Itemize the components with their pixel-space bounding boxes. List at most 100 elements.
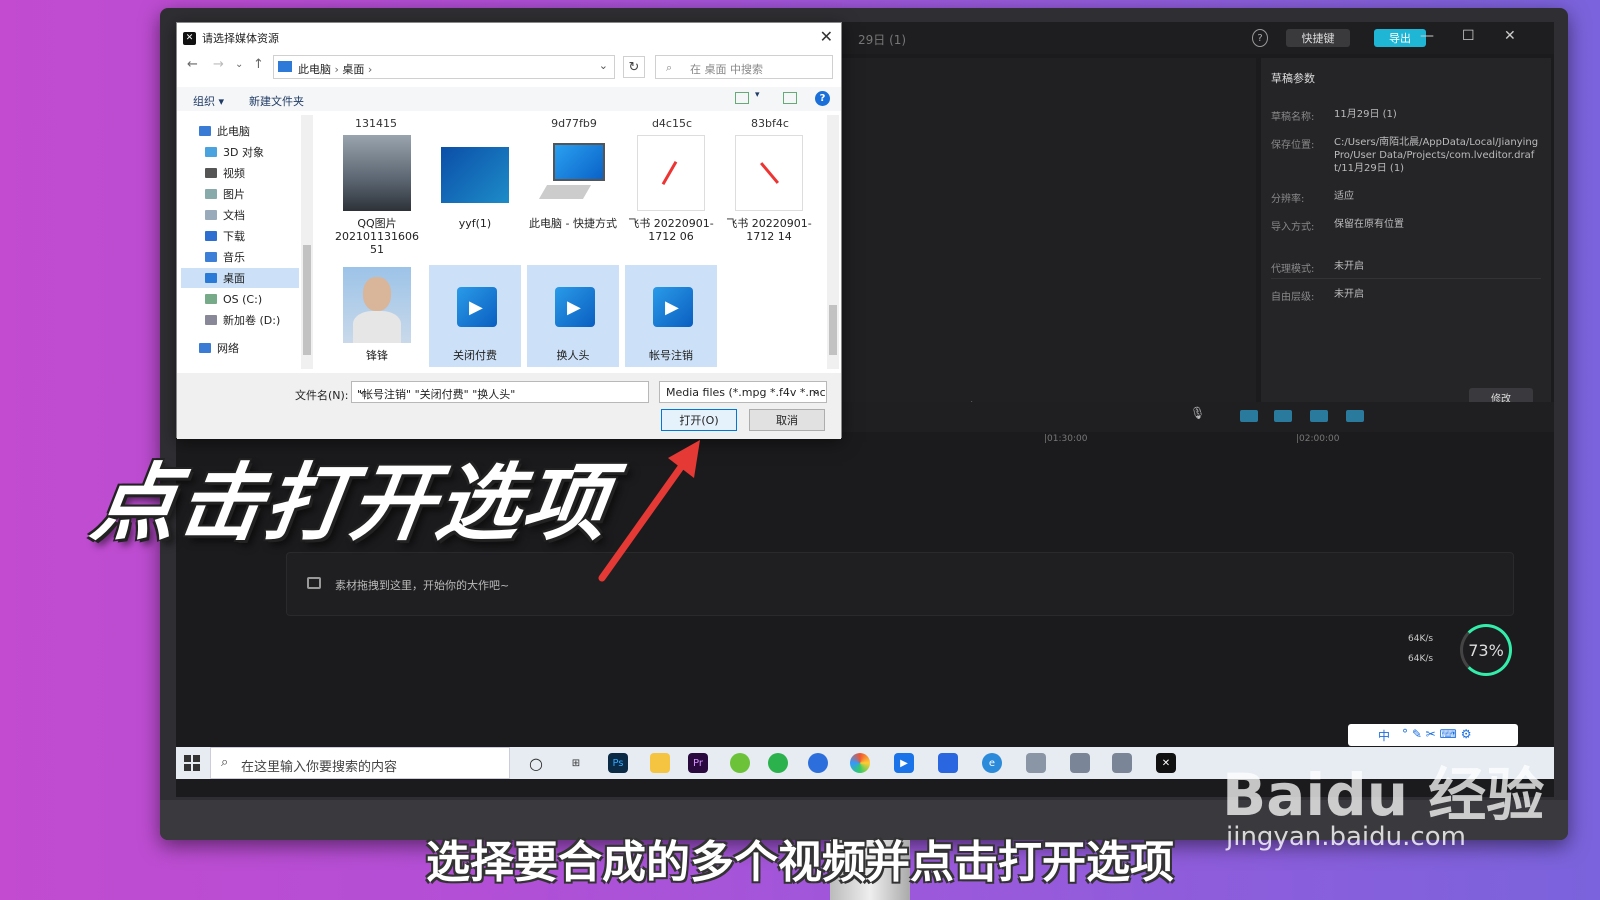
tree-label: 文档 (223, 209, 245, 222)
draft-value: 未开启 (1334, 261, 1364, 272)
taskview-icon[interactable]: ⊞ (566, 753, 586, 773)
premiere-icon[interactable]: Pr (688, 753, 708, 773)
maximize-icon[interactable]: ☐ (1462, 28, 1475, 44)
address-bar[interactable]: 此电脑 › 桌面 › ⌄ (273, 55, 615, 79)
file-name: 换人头 (556, 349, 590, 362)
scrollbar-thumb[interactable] (303, 245, 311, 355)
tree-label: 视频 (223, 167, 245, 180)
new-folder-button[interactable]: 新建文件夹 (249, 93, 304, 109)
pinwheel-icon[interactable] (850, 753, 870, 773)
search-input[interactable]: ⌕ 在 桌面 中搜索 (655, 55, 833, 79)
windows-start-icon[interactable] (184, 755, 200, 771)
view-options-icon[interactable] (735, 92, 749, 104)
filename-input[interactable]: "帐号注销" "关闭付费" "换人头" ⌄ (351, 381, 649, 403)
edge-icon[interactable]: e (982, 753, 1002, 773)
tree-item-selected[interactable]: 桌面 (181, 268, 299, 288)
ime-mode[interactable]: 中 (1378, 727, 1390, 744)
organize-button[interactable]: 组织 ▾ (193, 93, 224, 109)
command-bar: 组织 ▾ 新建文件夹 ▾ ? (177, 87, 841, 111)
shortcut-button[interactable]: 快捷键 (1286, 29, 1350, 47)
minimize-icon[interactable]: — (1420, 28, 1434, 44)
file-label: d4c15c (651, 117, 693, 130)
draft-value: C:/Users/南陌北晨/AppData/Local/JianyingPro/… (1334, 137, 1539, 174)
taskbar-search[interactable]: ⌕ 在这里输入你要搜索的内容 (210, 747, 510, 779)
chevron-down-icon[interactable]: ⌄ (599, 59, 608, 72)
close-icon[interactable]: ✕ (820, 27, 833, 46)
back-icon[interactable]: ← (187, 57, 198, 72)
file-name: 锋锋 (366, 349, 388, 362)
file-item[interactable]: yyf(1) (429, 133, 521, 235)
media-icon[interactable]: ▶ (894, 753, 914, 773)
tree-label: 音乐 (223, 251, 245, 264)
cancel-button[interactable]: 取消 (749, 409, 825, 431)
breadcrumb-item[interactable]: 此电脑 (298, 63, 331, 76)
microphone-icon[interactable]: 🎙 (1190, 406, 1208, 420)
chevron-down-icon[interactable]: ⌄ (357, 384, 643, 397)
refresh-icon[interactable]: ↻ (623, 56, 645, 78)
empty-track[interactable]: 素材拖拽到这里，开始你的大作吧~ (286, 552, 1514, 616)
recent-dropdown-icon[interactable]: ⌄ (235, 59, 243, 70)
file-item-selected[interactable]: ▶ 换人头 (527, 265, 619, 367)
tree-label: OS (C:) (223, 292, 263, 306)
open-button[interactable]: 打开(O) (661, 409, 737, 431)
browser-icon[interactable] (808, 753, 828, 773)
ime-toolbar[interactable]: 中 ° ✎ ✂ ⌨ ⚙ (1348, 724, 1518, 746)
file-name: yyf(1) (458, 217, 492, 230)
file-item[interactable]: 此电脑 - 快捷方式 (527, 133, 619, 235)
image-thumbnail (441, 147, 509, 203)
scrollbar-thumb[interactable] (829, 305, 837, 355)
timeline-tool-icon[interactable] (1346, 410, 1364, 422)
capcut-logo-icon: ✕ (183, 31, 196, 45)
file-item-selected[interactable]: ▶ 关闭付费 (429, 265, 521, 367)
forward-icon[interactable]: → (213, 57, 224, 72)
portrait-thumbnail (343, 267, 411, 343)
help-icon[interactable]: ? (1252, 29, 1268, 47)
export-button[interactable]: 导出 (1374, 29, 1426, 47)
close-window-icon[interactable]: ✕ (1504, 28, 1516, 44)
file-type-select[interactable]: Media files (*.mpg *.f4v *.mc ⌄ (659, 381, 827, 403)
tree-scrollbar[interactable] (301, 115, 313, 369)
file-name: 关闭付费 (453, 349, 497, 362)
search-placeholder: 在 桌面 中搜索 (690, 63, 763, 76)
file-item-selected[interactable]: ▶ 帐号注销 (625, 265, 717, 367)
timeline-tool-icon[interactable] (1310, 410, 1328, 422)
file-label: 83bf4c (751, 117, 789, 130)
app3-icon[interactable] (1070, 753, 1090, 773)
breadcrumb-item[interactable]: 桌面 (342, 63, 364, 76)
capcut-icon[interactable]: ✕ (1156, 753, 1176, 773)
timeline-tool-icon[interactable] (1240, 410, 1258, 422)
ime-tools-icon[interactable]: ° ✎ ✂ ⌨ ⚙ (1402, 727, 1471, 741)
timeline-time: |01:30:00 (1044, 434, 1088, 444)
up-icon[interactable]: ↑ (253, 57, 264, 72)
tree-label: 新加卷 (D:) (223, 314, 281, 327)
app-icon[interactable] (730, 753, 750, 773)
feishu-icon[interactable] (938, 753, 958, 773)
chevron-down-icon[interactable]: ⌄ (812, 384, 821, 397)
draft-key: 分辨率: (1271, 194, 1305, 205)
help-icon[interactable]: ? (815, 91, 830, 106)
file-item[interactable]: 飞书 20220901-1712 14 (723, 133, 815, 243)
app2-icon[interactable] (1026, 753, 1046, 773)
timeline-tool-icon[interactable] (1274, 410, 1292, 422)
file-item[interactable]: 锋锋 (331, 265, 423, 367)
cortana-icon[interactable]: ○ (526, 753, 546, 773)
tree-label: 桌面 (223, 272, 245, 285)
dialog-footer: 文件名(N): "帐号注销" "关闭付费" "换人头" ⌄ Media file… (177, 373, 841, 439)
file-item[interactable]: QQ图片202101131606 51 (331, 133, 423, 256)
baidu-watermark: Baidu 经验 (1222, 761, 1545, 829)
files-icon[interactable] (650, 753, 670, 773)
picture-folder-icon (205, 189, 217, 199)
video-folder-icon (205, 168, 217, 178)
file-item[interactable]: 飞书 20220901-1712 06 (625, 133, 717, 243)
files-scrollbar[interactable] (827, 115, 839, 369)
chevron-down-icon[interactable]: ▾ (755, 90, 760, 100)
file-type-value: Media files (*.mpg *.f4v *.mc (666, 386, 826, 399)
draft-params-panel: 草稿参数 草稿名称: 11月29日 (1) 保存位置: C:/Users/南陌北… (1261, 58, 1551, 418)
preview-pane-icon[interactable] (783, 92, 797, 104)
draft-key: 代理模式: (1271, 264, 1315, 275)
draft-key: 导入方式: (1271, 222, 1315, 233)
wechat-icon[interactable] (768, 753, 788, 773)
app4-icon[interactable] (1112, 753, 1132, 773)
photoshop-icon[interactable]: Ps (608, 753, 628, 773)
document-folder-icon (205, 210, 217, 220)
